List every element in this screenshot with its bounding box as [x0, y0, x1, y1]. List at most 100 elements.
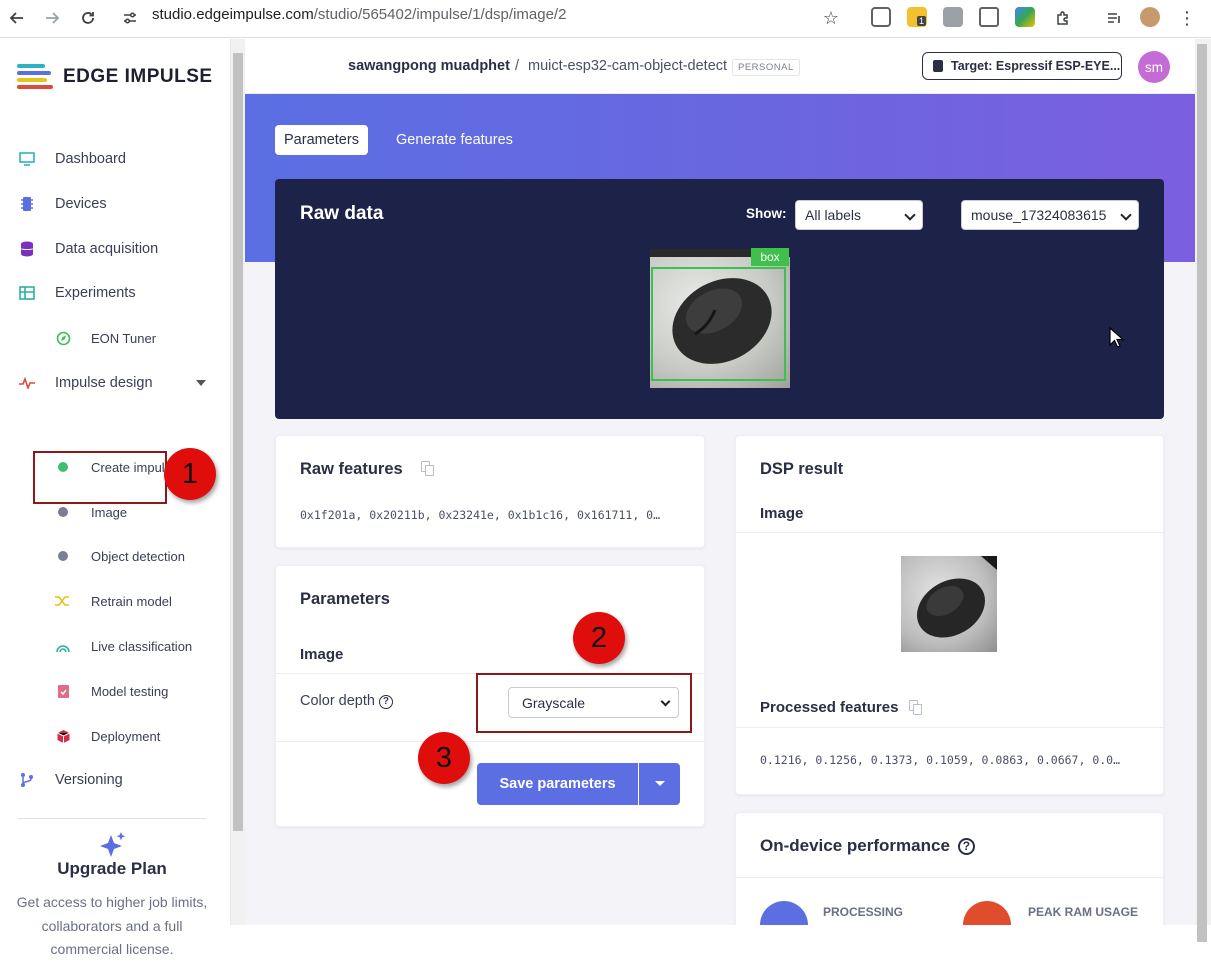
- bookmark-star-icon[interactable]: ☆: [817, 4, 845, 32]
- processed-features-values: 0.1216, 0.1256, 0.1373, 0.1059, 0.0863, …: [760, 753, 1121, 767]
- sidebar-item-versioning[interactable]: [0, 723, 231, 759]
- annotation-marker-2: 2: [573, 612, 625, 664]
- user-avatar[interactable]: sm: [1138, 51, 1170, 83]
- copy-icon[interactable]: [909, 700, 923, 716]
- chip-icon: [19, 196, 35, 212]
- target-label: Target: Espressif ESP-EYE...: [951, 59, 1121, 73]
- camera-icon[interactable]: [943, 7, 963, 27]
- bounding-box: [651, 267, 786, 381]
- browser-menu-icon[interactable]: ⋮: [1173, 4, 1201, 32]
- gray-dot-icon: [55, 548, 71, 564]
- breadcrumb-separator: /: [515, 58, 520, 74]
- sidebar-item-versioning[interactable]: Versioning: [0, 762, 231, 798]
- sidebar-item-label: Image: [91, 504, 128, 520]
- color-depth-text: Color depth: [300, 693, 375, 709]
- extension-car-icon[interactable]: [979, 7, 999, 27]
- target-device-button[interactable]: Target: Espressif ESP-EYE...: [922, 52, 1122, 80]
- back-icon[interactable]: [3, 4, 31, 32]
- sidebar-item-data-acquisition[interactable]: Data acquisition: [0, 231, 231, 267]
- extension-colorful-icon[interactable]: [1015, 7, 1035, 27]
- extension-notes-icon[interactable]: 1: [907, 7, 927, 27]
- save-options-dropdown[interactable]: [639, 763, 680, 805]
- url-path: /studio/565402/impulse/1/dsp/image/2: [313, 6, 567, 23]
- sidebar-item-live-classification[interactable]: Live classification: [0, 628, 231, 664]
- edge-impulse-logo[interactable]: EDGE IMPULSE: [17, 64, 213, 90]
- processing-time-icon: [760, 901, 808, 925]
- project-header: sawangpong muadphet / muict-esp32-cam-ob…: [245, 39, 1195, 94]
- upgrade-plan-description: Get access to higher job limits, collabo…: [16, 894, 208, 957]
- copy-icon[interactable]: [421, 461, 435, 477]
- chevron-down-icon[interactable]: [196, 380, 206, 386]
- sidebar-item-label: Experiments: [55, 285, 136, 301]
- sidebar-item-devices[interactable]: Devices: [0, 186, 231, 222]
- label-filter-select[interactable]: All labels: [795, 200, 923, 230]
- sample-select[interactable]: mouse_17324083615: [961, 200, 1139, 230]
- sidebar-item-eon-tuner[interactable]: EON Tuner: [0, 320, 231, 356]
- annotation-box-image: [33, 451, 167, 504]
- sample-value: mouse_17324083615: [971, 207, 1107, 223]
- extension-line-icon[interactable]: [871, 7, 891, 27]
- pulse-icon: [19, 375, 35, 391]
- page-scrollbar[interactable]: [1195, 39, 1211, 942]
- gray-dot-icon: [55, 504, 71, 520]
- sidebar-item-label: EON Tuner: [91, 330, 157, 346]
- processed-image: [901, 556, 997, 652]
- breadcrumb-project[interactable]: muict-esp32-cam-object-detect: [528, 58, 727, 74]
- chevron-down-icon: [904, 209, 916, 221]
- sidebar-item-label: Dashboard: [55, 151, 126, 167]
- parameters-title: Parameters: [300, 590, 390, 608]
- url-host: studio.edgeimpulse.com: [152, 6, 314, 23]
- sidebar-item-impulse-design[interactable]: Impulse design: [0, 365, 231, 401]
- tab-generate-features[interactable]: Generate features: [387, 125, 522, 155]
- extension-badge: 1: [917, 16, 927, 26]
- sidebar-item-experiments[interactable]: Experiments: [0, 275, 231, 311]
- sidebar-item-label: Impulse design: [55, 375, 153, 391]
- label-filter-value: All labels: [805, 207, 862, 223]
- show-filter-label: Show:: [746, 206, 787, 221]
- sidebar-item-retrain-model[interactable]: Retrain model: [0, 583, 231, 619]
- address-bar[interactable]: studio.edgeimpulse.com/studio/565402/imp…: [152, 6, 566, 23]
- ram-usage-icon: [963, 901, 1011, 925]
- reload-icon[interactable]: [74, 4, 102, 32]
- caret-down-icon: [655, 781, 665, 786]
- clipboard-icon: [55, 683, 71, 699]
- annotation-marker-3: 3: [418, 732, 470, 784]
- logo-text: EDGE IMPULSE: [63, 66, 213, 87]
- breadcrumb-user[interactable]: sawangpong muadphet: [348, 58, 510, 74]
- raw-features-title: Raw features: [300, 460, 403, 478]
- performance-title: On-device performance?: [760, 836, 975, 856]
- bounding-box-label: box: [751, 248, 789, 266]
- help-icon[interactable]: ?: [957, 837, 975, 855]
- mouse-cursor-icon: [1109, 327, 1125, 348]
- processing-label: PROCESSING: [823, 905, 904, 919]
- compass-icon: [55, 330, 71, 346]
- sidebar-item-object-detection[interactable]: Object detection: [0, 538, 231, 574]
- personal-badge: PERSONAL: [732, 59, 800, 76]
- reading-list-icon[interactable]: [1100, 4, 1128, 32]
- site-settings-icon[interactable]: [116, 4, 144, 32]
- database-icon: [19, 241, 35, 257]
- peak-ram-label: PEAK RAM USAGE: [1028, 905, 1139, 919]
- tab-parameters[interactable]: Parameters: [275, 125, 368, 155]
- profile-avatar[interactable]: [1140, 7, 1160, 27]
- help-icon[interactable]: ?: [378, 694, 393, 709]
- sidebar-item-label: Live classification: [91, 638, 193, 654]
- monitor-icon: [19, 151, 35, 167]
- extensions-puzzle-icon[interactable]: [1049, 4, 1077, 32]
- on-device-performance-card: On-device performance? PROCESSING PEAK R…: [735, 812, 1165, 925]
- upgrade-plan-title[interactable]: Upgrade Plan: [18, 859, 206, 879]
- chevron-down-icon: [1120, 209, 1132, 221]
- shuffle-icon: [55, 593, 71, 609]
- sidebar-item-dashboard[interactable]: Dashboard: [0, 141, 231, 177]
- performance-title-text: On-device performance: [760, 836, 950, 855]
- forward-icon[interactable]: [38, 4, 66, 32]
- sidebar-item-label: Versioning: [55, 772, 123, 788]
- table-icon: [19, 285, 35, 301]
- raw-data-title: Raw data: [300, 203, 384, 224]
- logo-mark-icon: [17, 64, 53, 90]
- sidebar-scrollbar[interactable]: [231, 39, 245, 925]
- annotation-box-color-depth: [476, 673, 692, 733]
- upgrade-plan-panel: Upgrade Plan Get access to higher job li…: [17, 818, 207, 957]
- sidebar-item-model-testing[interactable]: Model testing: [0, 673, 231, 709]
- save-parameters-button[interactable]: Save parameters: [477, 763, 638, 805]
